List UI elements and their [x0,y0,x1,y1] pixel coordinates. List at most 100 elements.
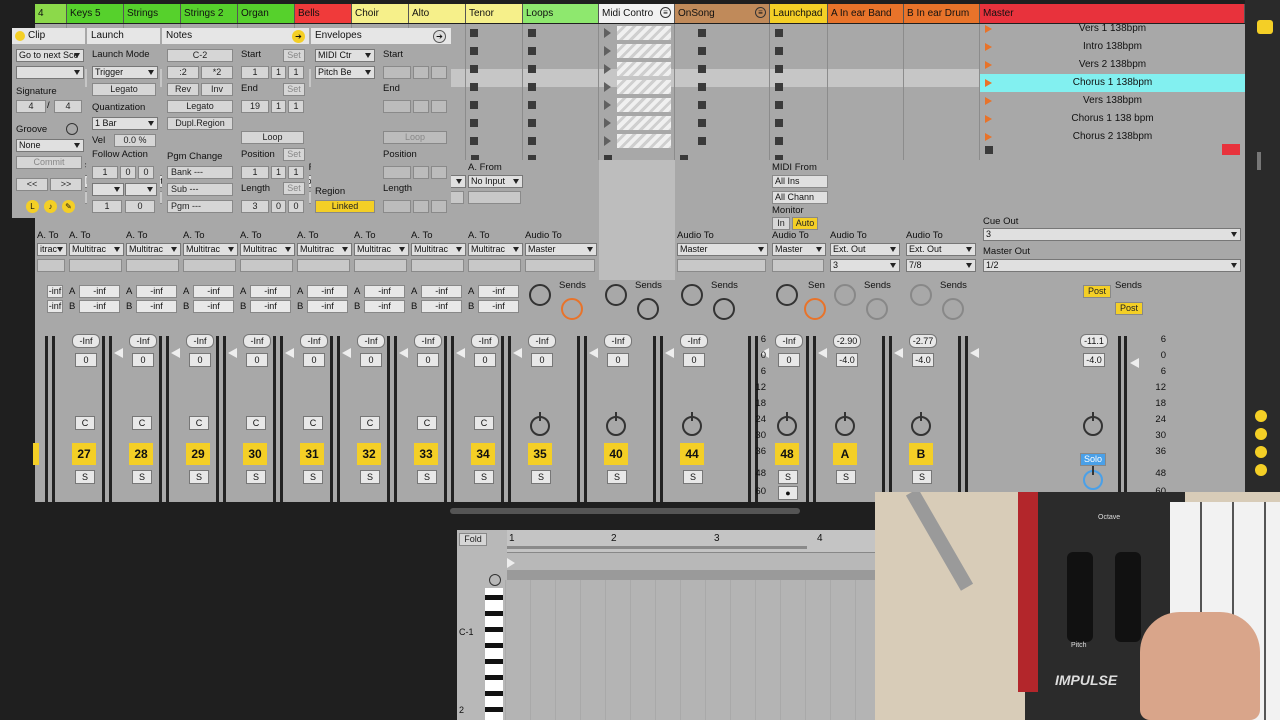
solo-button[interactable]: S [683,470,703,484]
send-a-knob[interactable] [834,284,856,306]
clip-play-icon[interactable] [604,118,611,128]
track-header[interactable]: 4 [35,4,67,23]
pan-field[interactable]: 0 [303,353,325,367]
end-beat-field[interactable]: 1 [271,100,286,113]
clip-slot[interactable] [466,96,522,114]
clip-stop-icon[interactable] [775,65,783,73]
send-a-knob[interactable] [910,284,932,306]
return-channel-select[interactable]: 7/8 [906,259,976,272]
track-fold-icon[interactable]: ≡ [660,7,671,18]
input-type-select[interactable]: No Input [468,175,523,188]
env-position-field-2[interactable] [413,166,429,179]
output-type-select[interactable]: Multitrac [411,243,466,256]
midi-channel-select[interactable]: All Chann [772,191,828,204]
clip-stop-icon[interactable] [698,47,706,55]
clip-placeholder[interactable] [617,44,671,58]
send-a-knob[interactable] [776,284,798,306]
clip-placeholder[interactable] [617,80,671,94]
launch-mode-select[interactable]: Trigger [92,66,158,79]
pan-knob[interactable] [835,412,855,436]
clip-slot[interactable] [770,60,827,78]
clip-stop-icon[interactable] [528,119,536,127]
track-activator-button[interactable]: 44 [680,443,704,465]
quantization-select[interactable]: 1 Bar [92,117,158,130]
envelope-control-select[interactable]: Pitch Be [315,66,375,79]
clip-slot[interactable] [904,42,979,60]
solo-button[interactable]: S [132,470,152,484]
solo-button[interactable]: S [531,470,551,484]
volume-field[interactable]: -Inf [680,334,708,348]
volume-fader[interactable] [818,348,827,358]
clip-slot[interactable] [523,60,598,78]
send-b-value[interactable]: -inf [478,300,519,313]
send-a-value[interactable]: -inf [307,285,348,298]
clip-stop-icon[interactable] [698,137,706,145]
audio-to-select[interactable]: Master [677,243,768,256]
follow-action-time-beat[interactable]: 0 [120,166,136,179]
clip-slot[interactable] [599,60,674,78]
volume-field[interactable]: -Inf [300,334,328,348]
env-start-field-1[interactable] [383,66,411,79]
clip-slot[interactable] [904,78,979,96]
master-volume-fader[interactable] [1130,358,1139,368]
track-activator-button[interactable]: 35 [528,443,552,465]
clip-slot[interactable] [466,60,522,78]
clip-slot[interactable] [828,24,903,42]
note-icon[interactable]: ♪ [44,200,57,213]
clip-stop-icon[interactable] [470,47,478,55]
track-header[interactable]: Keys 5 [67,4,124,23]
audio-to-channel-select[interactable] [525,259,595,272]
envelopes-arrow-icon[interactable]: ➔ [433,30,446,43]
envelope-device-select[interactable]: MIDI Ctr [315,49,375,62]
pan-field[interactable]: 0 [417,353,439,367]
follow-action-time-bar[interactable]: 1 [92,166,118,179]
return-channel-select[interactable]: 3 [830,259,900,272]
center-pan-button[interactable]: C [75,416,95,430]
track-activator-button[interactable]: 40 [604,443,628,465]
env-start-field-3[interactable] [431,66,447,79]
scene-slot[interactable]: Vers 138bpm [980,92,1245,110]
volume-fader[interactable] [114,348,123,358]
volume-field[interactable]: -Inf [604,334,632,348]
nudge-back-button[interactable]: << [16,178,48,191]
signature-numerator[interactable]: 4 [16,100,46,113]
output-channel-select[interactable] [240,259,293,272]
pan-field[interactable]: 0 [607,353,629,367]
clip-slot[interactable] [904,60,979,78]
track-activator-button[interactable]: 32 [357,443,381,465]
output-type-select[interactable]: Multitrac [183,243,238,256]
clip-slot[interactable] [599,132,674,150]
send-b-knob[interactable] [942,298,964,320]
send-b-value[interactable]: -inf [193,300,234,313]
returns-toggle-icon[interactable] [1255,446,1267,458]
scene-launch-icon[interactable] [985,43,992,51]
clip-slot[interactable] [828,132,903,150]
pan-field[interactable]: -4.0 [912,353,934,367]
pan-knob[interactable] [911,412,931,436]
clip-stop-icon[interactable] [528,65,536,73]
scene-slot[interactable]: Intro 138bpm [980,38,1245,56]
arm-button[interactable]: ● [778,486,798,500]
clip-stop-icon[interactable] [775,101,783,109]
sends-toggle-icon[interactable] [1255,428,1267,440]
clip-color-select[interactable] [16,66,84,79]
clip-placeholder[interactable] [617,62,671,76]
monitor-auto-button[interactable]: Auto [792,217,818,230]
track-activator-button[interactable]: 29 [186,443,210,465]
volume-fader[interactable] [399,348,408,358]
clip-slot[interactable] [828,114,903,132]
volume-fader[interactable] [589,348,598,358]
output-channel-select[interactable] [37,259,65,272]
clip-placeholder[interactable] [617,134,671,148]
clip-slot[interactable] [770,42,827,60]
track-activator-button[interactable]: 48 [775,443,799,465]
edit-icon[interactable]: ✎ [62,200,75,213]
pan-knob[interactable] [530,412,550,436]
output-channel-select[interactable] [297,259,350,272]
clip-slot[interactable] [675,24,769,42]
pan-field[interactable]: 0 [474,353,496,367]
volume-field[interactable]: -Inf [775,334,803,348]
scene-launch-icon[interactable] [985,25,992,33]
clip-slot[interactable] [466,132,522,150]
volume-fader[interactable] [665,348,674,358]
